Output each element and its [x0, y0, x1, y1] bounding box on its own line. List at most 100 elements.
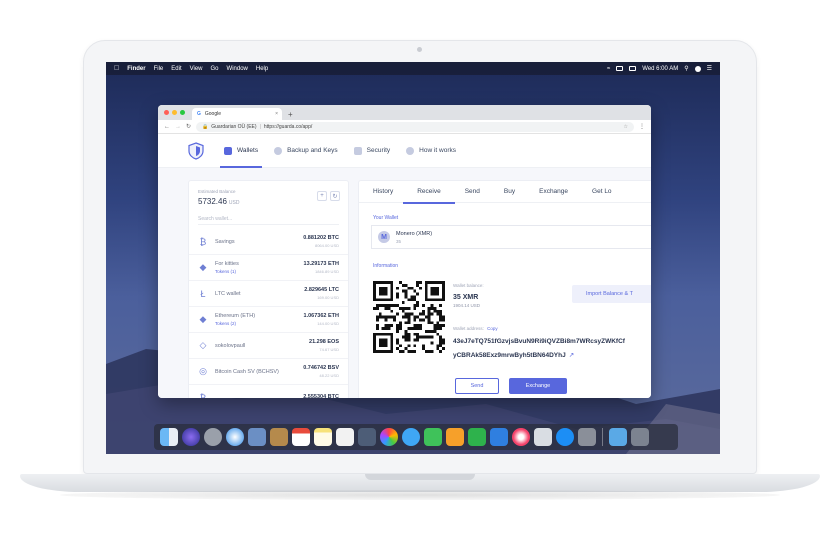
estimated-balance: Estimated Balance 5732.46 USD + ↻: [189, 181, 348, 211]
guarda-logo-icon[interactable]: [188, 141, 204, 160]
menu-app-name[interactable]: Finder: [127, 66, 145, 72]
close-window-button[interactable]: [164, 110, 169, 115]
tab-history[interactable]: History: [373, 181, 393, 203]
facetime-icon[interactable]: [424, 428, 442, 446]
reload-icon[interactable]: ↻: [186, 123, 191, 130]
address-bar-row: ← → ↻ 🔒 Guardarian OÜ (EE) | https://gua…: [158, 120, 651, 134]
camera: [417, 47, 422, 52]
nav-security[interactable]: Security: [353, 134, 390, 168]
wallet-name: Ethereum (ETH): [215, 313, 256, 319]
site-name: Guardarian OÜ (EE): [211, 123, 257, 130]
import-balance-button[interactable]: Import Balance & T: [572, 285, 651, 303]
menu-help[interactable]: Help: [256, 66, 268, 72]
tab-receive[interactable]: Receive: [402, 181, 456, 204]
messages-icon[interactable]: [402, 428, 420, 446]
menu-list-icon[interactable]: ☰: [707, 65, 712, 72]
wallet-sidebar: Estimated Balance 5732.46 USD + ↻ Search …: [188, 180, 349, 398]
send-button[interactable]: Send: [455, 378, 499, 394]
menu-edit[interactable]: Edit: [171, 66, 181, 72]
copy-address-link[interactable]: Copy: [487, 326, 498, 331]
music-icon[interactable]: [512, 428, 530, 446]
photo-viewer-icon[interactable]: [248, 428, 266, 446]
tab-exchange[interactable]: Exchange: [539, 181, 568, 203]
wallet-search-input[interactable]: Search wallet...: [198, 213, 339, 225]
laptop-notch: [365, 474, 475, 480]
wallet-name: For kitties: [215, 261, 239, 267]
close-tab-icon[interactable]: ×: [275, 111, 278, 117]
tab-send[interactable]: Send: [465, 181, 480, 203]
wallet-row[interactable]: ₿ Savings 0.881202 BTC 8064.00 USD: [189, 229, 348, 255]
new-tab-button[interactable]: +: [288, 110, 293, 119]
wallet-row[interactable]: ₿ 2.555304 BTC: [189, 385, 348, 399]
menu-go[interactable]: Go: [211, 66, 219, 72]
wallet-select[interactable]: M Monero (XMR) 35: [371, 225, 651, 249]
wallet-name: sokolovpaull: [215, 342, 246, 349]
laptop-shadow: [60, 490, 780, 500]
estimated-balance-amount: 5732.46: [198, 197, 227, 206]
pages-icon[interactable]: [446, 428, 464, 446]
google-icon: G: [197, 111, 201, 117]
external-link-icon[interactable]: ↗: [569, 352, 574, 359]
nav-how-it-works[interactable]: How it works: [406, 134, 456, 168]
tab-buy[interactable]: Buy: [504, 181, 515, 203]
battery-icon[interactable]: [629, 66, 637, 71]
menubar-clock[interactable]: Wed 6:00 AM: [642, 66, 678, 72]
browser-tab[interactable]: G Google ×: [192, 108, 282, 120]
browser-menu-icon[interactable]: ⋮: [639, 123, 645, 130]
wallet-row[interactable]: ◇ sokolovpaull 21.298 EOS 74.67 USD: [189, 333, 348, 359]
notes-icon[interactable]: [314, 428, 332, 446]
app-store-icon[interactable]: [556, 428, 574, 446]
user-icon[interactable]: [694, 65, 701, 72]
downloads-folder-icon[interactable]: [609, 428, 627, 446]
trash-icon[interactable]: [631, 428, 649, 446]
notebook-icon[interactable]: [270, 428, 288, 446]
browser-window: G Google × + ← → ↻ 🔒 Guardarian OÜ (EE) …: [158, 105, 651, 398]
add-wallet-button[interactable]: +: [317, 191, 327, 201]
zoom-window-button[interactable]: [180, 110, 185, 115]
keynote-icon[interactable]: [490, 428, 508, 446]
wifi-icon[interactable]: ≈: [607, 66, 610, 72]
wallet-amount: 1.067362 ETH: [303, 313, 339, 319]
menu-window[interactable]: Window: [227, 66, 248, 72]
wallet-row[interactable]: ◆ For kitties Tokens (1) 13.29173 ETH 1846.8…: [189, 255, 348, 281]
apple-icon[interactable]: : [114, 65, 119, 72]
siri-icon[interactable]: [182, 428, 200, 446]
menu-view[interactable]: View: [190, 66, 203, 72]
wallet-row[interactable]: ◎ Bitcoin Cash SV (BCHSV) 0.746742 BSV 48.2…: [189, 359, 348, 385]
calendar-icon[interactable]: [292, 428, 310, 446]
url-field[interactable]: 🔒 Guardarian OÜ (EE) | https://guarda.co…: [196, 121, 634, 132]
numbers-icon[interactable]: [468, 428, 486, 446]
finder-icon[interactable]: [160, 428, 178, 446]
maps-icon[interactable]: [358, 428, 376, 446]
nav-how-label: How it works: [419, 147, 456, 154]
system-preferences-icon[interactable]: [578, 428, 596, 446]
reminders-icon[interactable]: [336, 428, 354, 446]
books-icon[interactable]: [534, 428, 552, 446]
safari-icon[interactable]: [226, 428, 244, 446]
selected-wallet-sub: 35: [396, 238, 402, 244]
wallet-row[interactable]: ◆ Ethereum (ETH) Tokens (2) 1.067362 ETH 144…: [189, 307, 348, 333]
estimated-balance-currency: USD: [228, 200, 240, 206]
wallet-row[interactable]: Ł LTC wallet 2.829645 LTC 169.00 USD: [189, 281, 348, 307]
photos-icon[interactable]: [380, 428, 398, 446]
url-separator: |: [259, 123, 261, 130]
airplay-icon[interactable]: [616, 66, 624, 71]
exchange-button[interactable]: Exchange: [509, 378, 567, 394]
forward-icon[interactable]: →: [175, 124, 181, 130]
menu-file[interactable]: File: [154, 66, 164, 72]
minimize-window-button[interactable]: [172, 110, 177, 115]
nav-wallets[interactable]: Wallets: [219, 134, 263, 168]
bookmark-star-icon[interactable]: ☆: [624, 124, 628, 130]
tab-get-loan[interactable]: Get Lo: [592, 181, 612, 203]
ethereum-icon: ◆: [199, 262, 207, 272]
your-wallet-label: Your Wallet: [373, 215, 399, 221]
wallet-usd-value: 48.22 USD: [319, 373, 339, 378]
back-icon[interactable]: ←: [164, 124, 170, 130]
search-icon[interactable]: ⚲: [684, 65, 688, 72]
wallet-address-label-row: Wallet address: Copy: [453, 326, 498, 331]
launchpad-icon[interactable]: [204, 428, 222, 446]
refresh-button[interactable]: ↻: [330, 191, 340, 201]
nav-backup-keys[interactable]: Backup and Keys: [274, 134, 338, 168]
information-label: Information: [373, 263, 399, 269]
wallet-amount: 0.746742 BSV: [303, 365, 339, 371]
